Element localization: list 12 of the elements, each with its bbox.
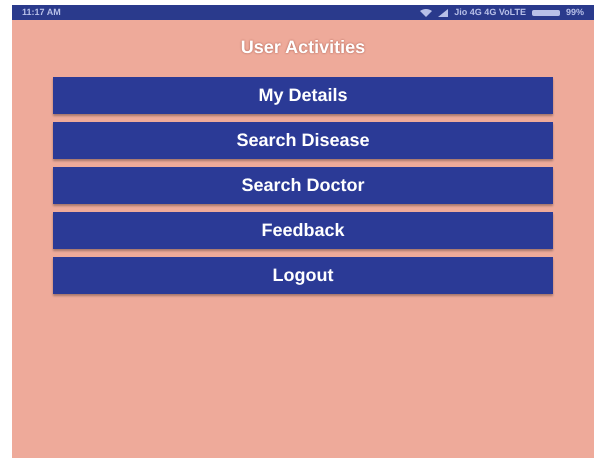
menu-button[interactable]: Search Doctor <box>53 167 553 204</box>
menu-button[interactable]: Search Disease <box>53 122 553 159</box>
carrier-text: Jio 4G 4G VoLTE <box>454 6 526 19</box>
menu-button[interactable]: Logout <box>53 257 553 294</box>
battery-text: 99% <box>566 6 584 19</box>
page-title: User Activities <box>240 36 366 59</box>
status-time: 11:17 AM <box>22 6 61 19</box>
menu-button[interactable]: My Details <box>53 77 553 114</box>
wifi-icon <box>420 8 432 16</box>
signal-icon <box>438 8 448 16</box>
battery-icon <box>532 10 560 16</box>
menu-button[interactable]: Feedback <box>53 212 553 249</box>
